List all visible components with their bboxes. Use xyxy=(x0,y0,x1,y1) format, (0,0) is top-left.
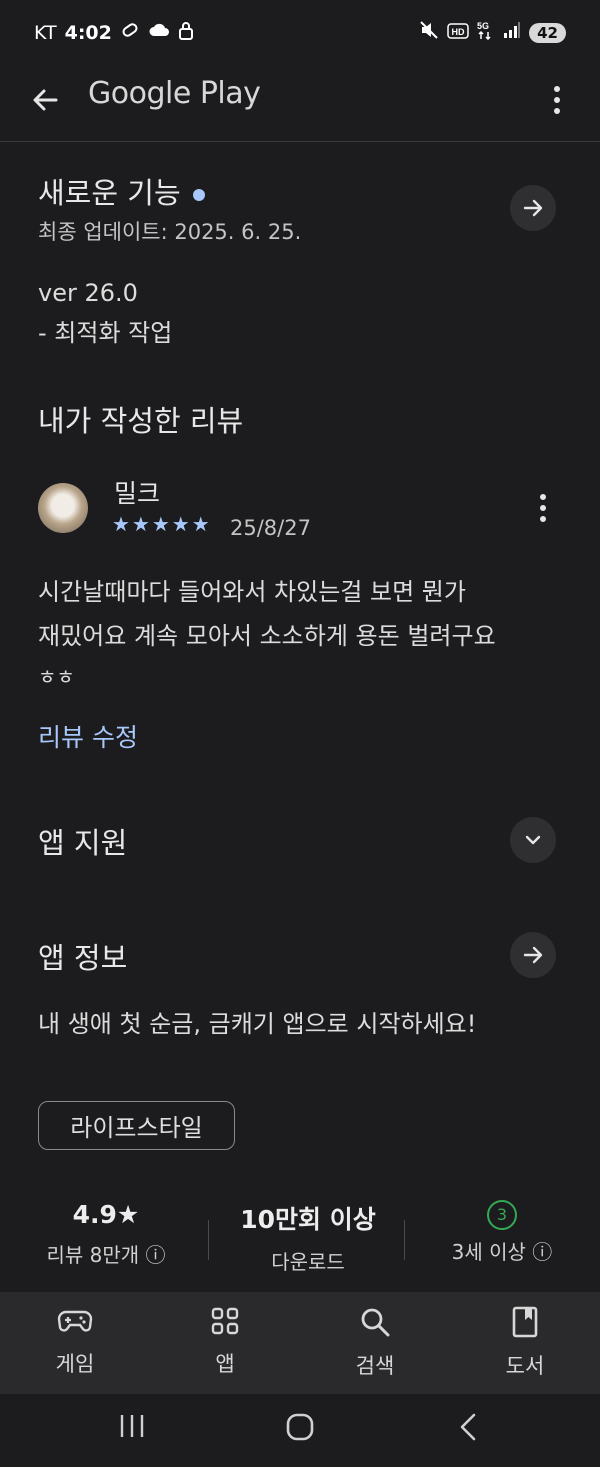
nav-games-label: 게임 xyxy=(55,1352,95,1376)
search-icon xyxy=(361,1308,390,1337)
app-title: Google Play xyxy=(88,76,261,111)
recent-apps-icon[interactable] xyxy=(118,1412,146,1444)
nav-search-label: 검색 xyxy=(355,1354,395,1378)
whats-new-title-text: 새로운 기능 xyxy=(38,176,181,210)
reviewer-name: 밀크 xyxy=(114,479,161,508)
edit-review-link[interactable]: 리뷰 수정 xyxy=(38,718,138,754)
avatar xyxy=(38,483,88,533)
age-rating-stat[interactable]: 3 3세 이상 ⓘ xyxy=(402,1200,600,1265)
nav-books[interactable]: 도서 xyxy=(465,1306,585,1380)
book-icon xyxy=(512,1306,538,1338)
back-nav-icon[interactable] xyxy=(456,1412,480,1446)
new-indicator-dot xyxy=(192,189,205,201)
svg-text:HD: HD xyxy=(452,27,465,37)
svg-text:5G: 5G xyxy=(477,21,489,31)
category-chip[interactable]: 라이프스타일 xyxy=(38,1101,235,1150)
star-rating: ★★★★★ xyxy=(112,512,212,536)
signal-icon xyxy=(503,21,521,44)
network-5g-icon: 5G xyxy=(477,20,495,45)
downloads-label: 다운로드 xyxy=(271,1250,345,1274)
whats-new-arrow-button[interactable] xyxy=(510,185,556,231)
downloads-stat: 10만회 이상 다운로드 xyxy=(208,1200,408,1275)
battery-level: 42 xyxy=(537,23,558,42)
last-updated: 최종 업데이트: 2025. 6. 25. xyxy=(38,220,302,244)
link-icon xyxy=(120,21,140,44)
app-info-title: 앱 정보 xyxy=(38,941,128,975)
carrier-label: KT xyxy=(34,21,57,44)
app-description: 내 생애 첫 순금, 금캐기 앱으로 시작하세요! xyxy=(38,1010,477,1038)
nav-search[interactable]: 검색 xyxy=(315,1306,435,1380)
hd-icon: HD xyxy=(447,22,469,44)
reviews-count: 리뷰 8만개 ⓘ xyxy=(46,1243,166,1267)
nav-apps[interactable]: 앱 xyxy=(165,1306,285,1378)
gamepad-icon xyxy=(57,1310,93,1332)
age-rating-badge: 3 xyxy=(487,1200,517,1230)
review-text-line-2: 재밌어요 계속 모아서 소소하게 용돈 벌려구요 xyxy=(38,622,496,650)
apps-grid-icon xyxy=(211,1307,239,1335)
chevron-down-icon xyxy=(525,835,541,845)
nav-apps-label: 앱 xyxy=(215,1352,235,1376)
review-text-line-1: 시간날때마다 들어와서 차있는걸 보면 뭔가 xyxy=(38,578,466,606)
mute-icon xyxy=(419,20,439,45)
whats-new-title: 새로운 기능 xyxy=(38,170,205,212)
review-text-line-3: ㅎㅎ xyxy=(38,665,75,689)
back-arrow-icon[interactable] xyxy=(26,80,66,120)
my-review-title: 내가 작성한 리뷰 xyxy=(38,404,244,438)
app-support-expand-button[interactable] xyxy=(510,817,556,863)
battery-indicator: 42 xyxy=(529,22,566,43)
bottom-navigation: 게임 앱 검색 도서 xyxy=(0,1292,600,1394)
review-date: 25/8/27 xyxy=(230,516,311,540)
arrow-right-icon xyxy=(523,946,543,964)
system-navigation-bar xyxy=(0,1394,600,1467)
lock-icon xyxy=(178,20,194,45)
app-support-title: 앱 지원 xyxy=(38,826,128,860)
home-icon[interactable] xyxy=(285,1412,315,1446)
age-rating-label: 3세 이상 ⓘ xyxy=(451,1240,553,1264)
downloads-value: 10만회 이상 xyxy=(240,1205,376,1234)
rating-stat[interactable]: 4.9★ 리뷰 8만개 ⓘ xyxy=(6,1200,206,1268)
status-bar: KT 4:02 HD 5G 42 xyxy=(0,0,600,66)
app-bar: Google Play xyxy=(0,66,600,142)
version-text: ver 26.0 xyxy=(38,279,138,307)
nav-books-label: 도서 xyxy=(505,1354,545,1378)
arrow-right-icon xyxy=(523,199,543,217)
app-stats: 4.9★ 리뷰 8만개 ⓘ 10만회 이상 다운로드 3 3세 이상 ⓘ xyxy=(0,1200,600,1286)
nav-games[interactable]: 게임 xyxy=(15,1306,135,1378)
review-more-options-icon[interactable] xyxy=(528,490,558,526)
cloud-icon xyxy=(148,21,170,44)
rating-value: 4.9★ xyxy=(72,1200,140,1229)
app-info-arrow-button[interactable] xyxy=(510,932,556,978)
update-note: - 최적화 작업 xyxy=(38,319,173,347)
status-time: 4:02 xyxy=(64,21,112,44)
more-options-icon[interactable] xyxy=(542,82,572,118)
